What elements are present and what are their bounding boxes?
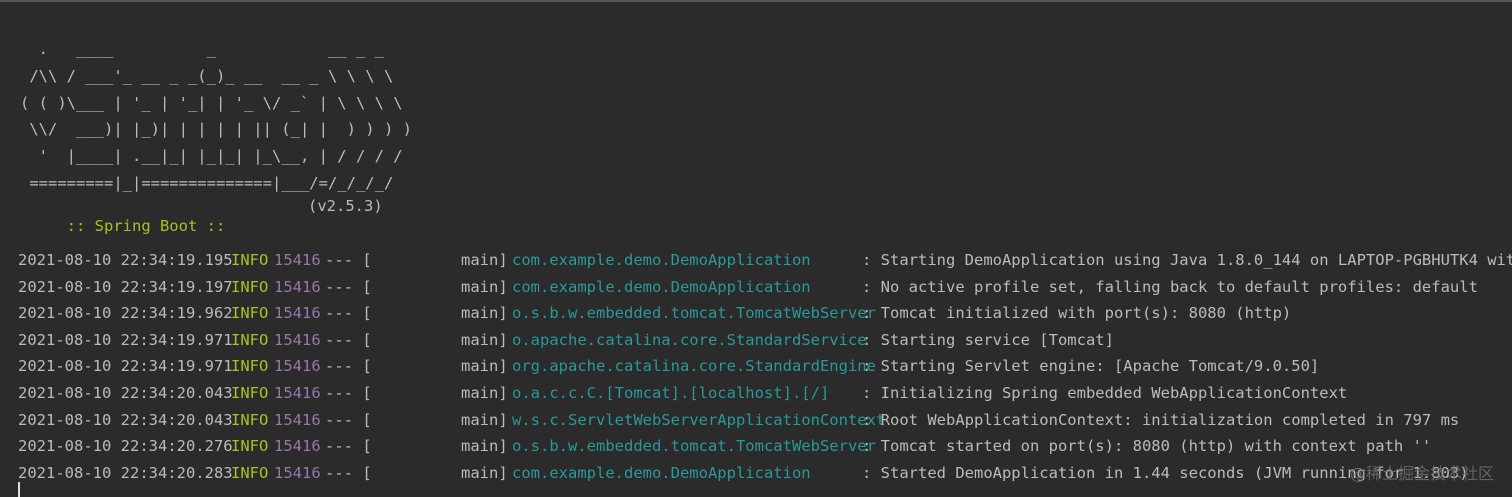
log-pid: 15416 [274,437,321,456]
log-line: 2021-08-10 22:34:20.043 INFO 15416 --- [ mai… [0,383,1512,410]
log-message: : Tomcat initialized with port(s): 8080 … [862,304,1292,323]
banner-line: \\/ ___)| |_)| | | | | || (_| | ) ) ) ) [20,120,412,139]
log-pid: 15416 [274,304,321,323]
log-pid: 15416 [274,383,321,402]
log-message: : No active profile set, falling back to… [862,277,1478,296]
log-separator: --- [ [325,463,372,482]
log-separator: --- [ [325,277,372,296]
log-timestamp: 2021-08-10 22:34:19.195 [18,251,233,269]
banner-line: ' |____| .__|_| |_|_| |_\__, | / / / / [20,147,403,166]
log-level: INFO [231,410,269,429]
log-line: 2021-08-10 22:34:19.971 INFO 15416 --- [ mai… [0,330,1512,357]
log-timestamp: 2021-08-10 22:34:19.962 [18,304,233,323]
log-thread: main] [461,383,508,402]
log-level: INFO [231,383,269,402]
spring-boot-version: (v2.5.3) [308,197,383,215]
log-separator: --- [ [325,357,372,376]
log-level: INFO [231,304,269,323]
log-pid: 15416 [274,357,321,376]
log-message: : Starting Servlet engine: [Apache Tomca… [862,357,1320,376]
log-separator: --- [ [325,437,372,456]
log-logger: o.a.c.c.C.[Tomcat].[localhost].[/] [512,383,830,402]
log-line: 2021-08-10 22:34:19.197 INFO 15416 --- [ mai… [0,277,1512,304]
log-logger: o.apache.catalina.core.StandardService [512,330,867,349]
log-logger: com.example.demo.DemoApplication [512,251,811,269]
banner-line: . ____ _ __ _ _ [20,40,384,58]
log-thread: main] [461,410,508,429]
log-thread: main] [461,463,508,482]
log-separator: --- [ [325,251,372,269]
log-thread: main] [461,357,508,376]
log-timestamp: 2021-08-10 22:34:20.043 [18,383,233,402]
log-level: INFO [231,251,269,269]
text-cursor [18,482,20,497]
log-line: 2021-08-10 22:34:19.971 INFO 15416 --- [ mai… [0,356,1512,383]
log-pid: 15416 [274,330,321,349]
log-level: INFO [231,277,269,296]
log-level: INFO [231,463,269,482]
banner-line: =========|_|==============|___/=/_/_/_/ [20,173,394,192]
log-logger: w.s.c.ServletWebServerApplicationContext [512,410,886,429]
log-timestamp: 2021-08-10 22:34:20.043 [18,410,233,429]
log-timestamp: 2021-08-10 22:34:20.276 [18,437,233,456]
log-logger: o.s.b.w.embedded.tomcat.TomcatWebServer [512,437,876,456]
log-pid: 15416 [274,277,321,296]
log-thread: main] [461,304,508,323]
banner-line: ( ( )\___ | '_ | '_| | '_ \/ _` | \ \ \ … [20,93,403,112]
log-level: INFO [231,357,269,376]
banner-line: /\\ / ___'_ __ _ _(_)_ __ __ _ \ \ \ \ [20,66,394,85]
spring-ascii-banner: . ____ _ __ _ _ /\\ / ___'_ __ _ _(_)_ _… [20,36,412,197]
log-line: 2021-08-10 22:34:19.195 INFO 15416 --- [ mai… [0,250,1512,277]
log-timestamp: 2021-08-10 22:34:19.971 [18,357,233,376]
log-message: : Initializing Spring embedded WebApplic… [862,383,1348,402]
watermark: @稀土掘金技术社区 [1349,464,1494,483]
log-pid: 15416 [274,463,321,482]
log-lines: 2021-08-10 22:34:19.195 INFO 15416 --- [mai… [0,250,1512,489]
log-logger: org.apache.catalina.core.StandardEngine [512,357,876,376]
log-timestamp: 2021-08-10 22:34:19.971 [18,330,233,349]
log-thread: main] [461,277,508,296]
log-separator: --- [ [325,410,372,429]
log-logger: com.example.demo.DemoApplication [512,277,811,296]
log-thread: main] [461,330,508,349]
log-separator: --- [ [325,330,372,349]
log-logger: o.s.b.w.embedded.tomcat.TomcatWebServer [512,304,876,323]
log-thread: main] [461,251,508,269]
spring-boot-label: :: Spring Boot :: [57,217,235,235]
log-message: : Tomcat started on port(s): 8080 (http)… [862,437,1432,456]
console-output[interactable]: . ____ _ __ _ _ /\\ / ___'_ __ _ _(_)_ _… [0,0,1512,497]
log-line: 2021-08-10 22:34:20.043 INFO 15416 --- [ mai… [0,410,1512,437]
log-level: INFO [231,437,269,456]
log-line: 2021-08-10 22:34:20.276 INFO 15416 --- [ mai… [0,436,1512,463]
log-thread: main] [461,437,508,456]
log-line: 2021-08-10 22:34:19.962 INFO 15416 --- [ mai… [0,303,1512,330]
log-line: 2021-08-10 22:34:20.283 INFO 15416 --- [ mai… [0,463,1512,490]
log-pid: 15416 [274,410,321,429]
log-level: INFO [231,330,269,349]
log-timestamp: 2021-08-10 22:34:20.283 [18,463,233,482]
log-message: : Root WebApplicationContext: initializa… [862,410,1460,429]
log-timestamp: 2021-08-10 22:34:19.197 [18,277,233,296]
log-separator: --- [ [325,304,372,323]
log-message: : Starting DemoApplication using Java 1.… [862,251,1512,269]
log-pid: 15416 [274,251,321,269]
log-separator: --- [ [325,383,372,402]
log-logger: com.example.demo.DemoApplication [512,463,811,482]
log-message: : Starting service [Tomcat] [862,330,1114,349]
